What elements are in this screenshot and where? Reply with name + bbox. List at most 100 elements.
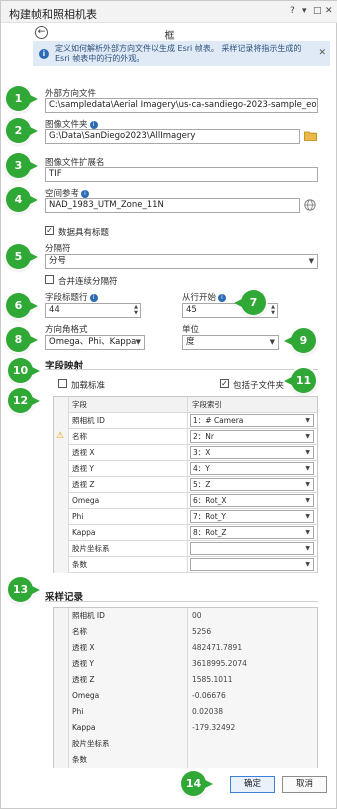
field-name-cell: 名称 [68,429,188,445]
field-index-select[interactable]: 6：Rot_X ▼ [190,494,314,507]
column-header-field: 字段 [68,397,188,413]
table-header-row: 字段 字段索引 [54,397,318,413]
merge-delimiters-checkbox[interactable] [45,275,54,284]
table-row: 名称 5256 [54,624,318,640]
row-header-cell [54,624,68,640]
callout-marker-9: 9 [284,328,316,353]
info-icon[interactable]: i [89,121,98,129]
start-row-label: 从行开始 i [182,291,227,303]
pin-icon[interactable]: ▾ [302,6,307,16]
field-index-cell: 8：Rot_Z ▼ [188,525,318,541]
field-index-cell: 2：Nr ▼ [188,429,318,445]
field-name-cell: 透视 Z [68,477,188,493]
field-index-select[interactable]: 2：Nr ▼ [190,430,314,443]
table-row: 透视 X 482471.7891 [54,640,318,656]
info-icon[interactable]: i [81,190,90,198]
load-standard-checkbox[interactable] [58,379,67,388]
field-index-cell: ▼ [188,541,318,557]
ok-button[interactable]: 确定 [230,776,275,793]
field-index-cell: 3：X ▼ [188,445,318,461]
spinner-arrows-icon[interactable]: ▲ ▼ [271,304,275,316]
field-index-value: 7：Rot_Y [193,512,227,521]
table-row: 透视 Z 1585.1011 [54,672,318,688]
field-map-table: 字段 字段索引 照相机 ID 1：# Camera ▼ ⚠ 名称 2：Nr ▼ 透视 X 3：X… [53,396,318,573]
units-select[interactable]: 度 ▼ [182,335,279,350]
row-header-cell [54,720,68,736]
field-index-select[interactable]: 3：X ▼ [190,446,314,459]
table-row: 条数 [54,752,318,768]
info-icon[interactable]: i [218,294,227,302]
field-index-cell: 6：Rot_X ▼ [188,493,318,509]
info-icon[interactable]: i [89,294,98,302]
table-row: Omega 6：Rot_X ▼ [54,493,318,509]
column-header-index: 字段索引 [188,397,318,413]
table-row: 透视 X 3：X ▼ [54,445,318,461]
field-index-select[interactable]: 4：Y ▼ [190,462,314,475]
field-name-cell: 透视 Y [68,461,188,477]
table-row: 照相机 ID 00 [54,608,318,624]
include-subfolders-checkbox[interactable]: ✓ [220,379,229,388]
help-icon[interactable]: ? [290,6,295,16]
image-folder-input[interactable]: G:\Data\SanDiego2023\AllImagery [45,129,300,144]
has-header-checkbox[interactable]: ✓ [45,226,54,235]
delimiter-select[interactable]: 分号 ▼ [45,254,318,269]
chevron-down-icon: ▼ [305,561,310,568]
table-row: Phi 7：Rot_Y ▼ [54,509,318,525]
field-index-select[interactable]: ▼ [190,558,314,571]
spinner-arrows-icon[interactable]: ▲ ▼ [134,304,138,316]
row-header-cell [54,509,68,525]
sample-value-cell: 1585.1011 [188,672,318,688]
field-name-cell: Phi [68,509,188,525]
header-row-input[interactable]: 44 ▲ ▼ [45,303,141,318]
folder-icon[interactable] [304,130,317,141]
chevron-down-icon: ▼ [269,338,275,346]
callout-marker-3: 3 [6,153,38,178]
field-name-cell: Kappa [68,525,188,541]
row-header-cell [54,413,68,429]
table-row: 条数 ▼ [54,557,318,573]
start-row-label-text: 从行开始 [182,293,217,303]
angle-format-select[interactable]: Omega、Phi、Kappa ▼ [45,335,145,350]
chevron-down-icon: ▼ [305,513,310,520]
row-header-cell [54,704,68,720]
chevron-down-icon: ▼ [308,257,314,265]
sample-field-cell: Kappa [68,720,188,736]
field-index-select[interactable]: 5：Z ▼ [190,478,314,491]
cancel-button[interactable]: 取消 [282,776,327,793]
window-title: 构建帧和照相机表 [9,8,97,21]
close-icon[interactable]: ✕ [318,48,326,58]
globe-icon[interactable] [304,199,316,211]
row-header-cell [54,477,68,493]
sample-value-cell: 0.02038 [188,704,318,720]
callout-marker-6: 6 [6,293,38,318]
callout-marker-7: 7 [234,290,266,315]
sample-field-cell: 透视 X [68,640,188,656]
field-index-select[interactable]: 1：# Camera ▼ [190,414,314,427]
table-row: 照相机 ID 1：# Camera ▼ [54,413,318,429]
chevron-down-icon: ▼ [305,529,310,536]
title-bar: 构建帧和照相机表 ? ▾ □ ✕ [1,1,337,23]
field-index-select[interactable]: ▼ [190,542,314,555]
chevron-down-icon: ▼ [305,481,310,488]
restore-icon[interactable]: □ [313,6,322,16]
chevron-down-icon: ▼ [305,545,310,552]
delimiter-label: 分隔符 [45,244,71,254]
row-header-cell [54,397,68,413]
table-row: 透视 Y 3618995.2074 [54,656,318,672]
spatial-ref-input[interactable]: NAD_1983_UTM_Zone_11N [45,198,300,213]
load-standard-label: 加载标准 [71,381,106,391]
field-index-value: 4：Y [193,464,210,473]
sample-value-cell: 5256 [188,624,318,640]
row-header-cell [54,752,68,768]
merge-delimiters-label: 合并连续分隔符 [58,277,118,287]
field-index-select[interactable]: 8：Rot_Z ▼ [190,526,314,539]
chevron-down-icon: ▼ [305,433,310,440]
table-row: 透视 Y 4：Y ▼ [54,461,318,477]
sample-value-cell: -0.06676 [188,688,318,704]
eo-file-input[interactable]: C:\sampledata\Aerial Imagery\us-ca-sandi… [45,98,318,113]
sample-field-cell: Phi [68,704,188,720]
field-name-cell: 照相机 ID [68,413,188,429]
field-index-select[interactable]: 7：Rot_Y ▼ [190,510,314,523]
close-icon[interactable]: ✕ [325,6,333,16]
image-ext-input[interactable]: TIF [45,167,318,182]
